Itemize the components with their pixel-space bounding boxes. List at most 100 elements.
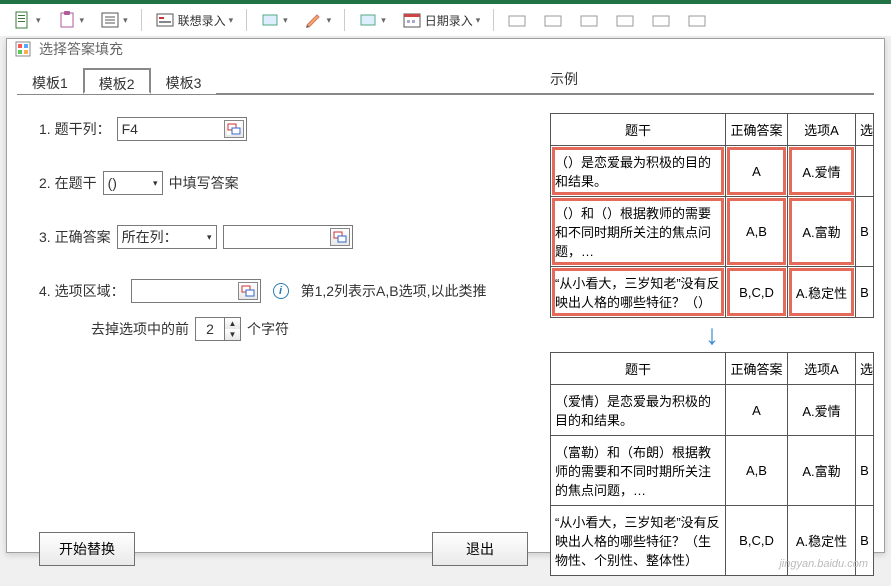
input-question-col-value: F4: [122, 121, 138, 137]
ribbon-button-6[interactable]: ▾: [299, 7, 337, 33]
button-row: 开始替换 退出: [39, 532, 528, 566]
th-answer: 正确答案: [726, 353, 788, 385]
ribbon-button-10[interactable]: [538, 7, 568, 33]
chevron-down-icon: ▾: [381, 15, 386, 26]
tab-template-2[interactable]: 模板2: [83, 68, 151, 94]
label-fill-suffix: 中填写答案: [169, 173, 239, 193]
th-optA: 选项A: [788, 114, 856, 146]
cell-ans: A: [726, 385, 788, 436]
input-question-col[interactable]: F4: [117, 117, 247, 141]
cell-ans: A: [726, 146, 788, 197]
cell-q: （富勒）和（布朗）根据教师的需要和不同时期所关注的焦点问题，…: [551, 436, 726, 506]
separator: [141, 9, 142, 31]
list-icon: [100, 10, 120, 30]
ribbon-button-11[interactable]: [574, 7, 604, 33]
th-question: 题干: [551, 353, 726, 385]
ribbon-button-13[interactable]: [646, 7, 676, 33]
table-row: “从小看大，三岁知老”没有反映出人格的哪些特征？（生物性、个别性、整体性） B,…: [551, 506, 874, 576]
example-panel: 示例 题干 正确答案 选项A 选 （）是恋爱最为积极的目的和结果。 A A.爱情: [550, 67, 874, 576]
select-bracket-value: (): [108, 175, 117, 191]
chevron-down-icon: ▾: [283, 15, 288, 26]
th-answer: 正确答案: [726, 114, 788, 146]
cell-optB: B: [856, 267, 874, 318]
ribbon-button-5[interactable]: ▾: [255, 7, 293, 33]
cell-q: “从小看大，三岁知老”没有反映出人格的哪些特征？（）: [551, 267, 726, 318]
ribbon-button-2[interactable]: ▾: [52, 7, 90, 33]
cell-optB: [856, 385, 874, 436]
form-icon: [155, 10, 175, 30]
ribbon-button-12[interactable]: [610, 7, 640, 33]
label-option-range: 4. 选项区域：: [39, 281, 125, 301]
cell-ans: B,C,D: [726, 506, 788, 576]
ribbon-toolbar: ▾ ▾ ▾ 联想录入 ▾ ▾ ▾ ▾ 日期录入: [0, 0, 891, 36]
tab-template-1[interactable]: 模板1: [17, 68, 83, 94]
cell-optB: B: [856, 436, 874, 506]
table-header-row: 题干 正确答案 选项A 选: [551, 353, 874, 385]
chevron-down-icon: ▾: [229, 15, 234, 26]
ribbon-assoc-input[interactable]: 联想录入 ▾: [150, 7, 239, 33]
input-option-range[interactable]: [131, 279, 261, 303]
ribbon-button-7[interactable]: ▾: [353, 7, 391, 33]
cell-q: （爱情）是恋爱最为积极的目的和结果。: [551, 385, 726, 436]
chevron-down-icon: ▾: [207, 232, 212, 243]
arrow-down-icon: ↓: [550, 318, 874, 352]
doc-icon: [13, 10, 33, 30]
label-question-col: 1. 题干列：: [39, 119, 111, 139]
cell-optB: B: [856, 506, 874, 576]
g5-icon: [651, 10, 671, 30]
cell-q: （）是恋爱最为积极的目的和结果。: [551, 146, 726, 197]
window-icon: [15, 41, 31, 57]
separator: [493, 9, 494, 31]
g1-icon: [507, 10, 527, 30]
cell-optA: A.稳定性: [788, 267, 856, 318]
cell-optA: A.爱情: [788, 146, 856, 197]
form-body: 1. 题干列： F4 2. 在题干 () ▾ 中填写答案: [17, 95, 550, 576]
g6-icon: [687, 10, 707, 30]
box-icon: [260, 10, 280, 30]
cell-q: “从小看大，三岁知老”没有反映出人格的哪些特征？（生物性、个别性、整体性）: [551, 506, 726, 576]
cell-optB: B: [856, 197, 874, 267]
chevron-down-icon: ▾: [476, 15, 481, 26]
spinner-up-icon[interactable]: ▲: [224, 318, 240, 329]
ribbon-date-input[interactable]: 日期录入 ▾: [397, 7, 486, 33]
range-picker-icon[interactable]: [330, 228, 350, 246]
chevron-down-icon: ▾: [327, 15, 332, 26]
dialog-titlebar[interactable]: 选择答案填充: [7, 39, 884, 59]
cell-optA: A.富勒: [788, 436, 856, 506]
cell-optB: [856, 146, 874, 197]
spinner-trim-count[interactable]: 2 ▲ ▼: [195, 317, 241, 341]
label-option-hint: 第1,2列表示A,B选项,以此类推: [301, 281, 487, 301]
example-tables: 题干 正确答案 选项A 选 （）是恋爱最为积极的目的和结果。 A A.爱情 （）…: [550, 113, 874, 576]
label-fill-prefix: 2. 在题干: [39, 173, 97, 193]
ribbon-button-3[interactable]: ▾: [95, 7, 133, 33]
range-picker-icon[interactable]: [224, 120, 244, 138]
g2-icon: [543, 10, 563, 30]
cell-ans: A,B: [726, 197, 788, 267]
pencil-icon: [304, 10, 324, 30]
range-picker-icon[interactable]: [238, 282, 258, 300]
ribbon-button-1[interactable]: ▾: [8, 7, 46, 33]
table-row: （）和（）根据教师的需要和不同时期所关注的焦点问题，… A,B A.富勒 B: [551, 197, 874, 267]
start-replace-button[interactable]: 开始替换: [39, 532, 135, 566]
select-answer-col-value: 所在列：: [122, 227, 178, 247]
input-answer-col[interactable]: [223, 225, 353, 249]
calendar-icon: [402, 10, 422, 30]
chevron-down-icon: ▾: [36, 15, 41, 26]
table-header-row: 题干 正确答案 选项A 选: [551, 114, 874, 146]
ribbon-button-14[interactable]: [682, 7, 712, 33]
box2-icon: [358, 10, 378, 30]
th-optA: 选项A: [788, 353, 856, 385]
select-bracket-style[interactable]: () ▾: [103, 171, 163, 195]
spinner-down-icon[interactable]: ▼: [224, 329, 240, 340]
ribbon-button-9[interactable]: [502, 7, 532, 33]
g4-icon: [615, 10, 635, 30]
select-answer-col[interactable]: 所在列： ▾: [117, 225, 217, 249]
exit-button[interactable]: 退出: [432, 532, 528, 566]
chevron-down-icon: ▾: [123, 15, 128, 26]
cell-optA: A.爱情: [788, 385, 856, 436]
label-trim-prefix: 去掉选项中的前: [91, 319, 189, 339]
dialog: 选择答案填充 模板1 模板2 模板3 1. 题干列： F4: [6, 38, 885, 553]
tab-template-3[interactable]: 模板3: [151, 68, 217, 94]
separator: [246, 9, 247, 31]
tab-strip: 模板1 模板2 模板3: [17, 67, 550, 95]
